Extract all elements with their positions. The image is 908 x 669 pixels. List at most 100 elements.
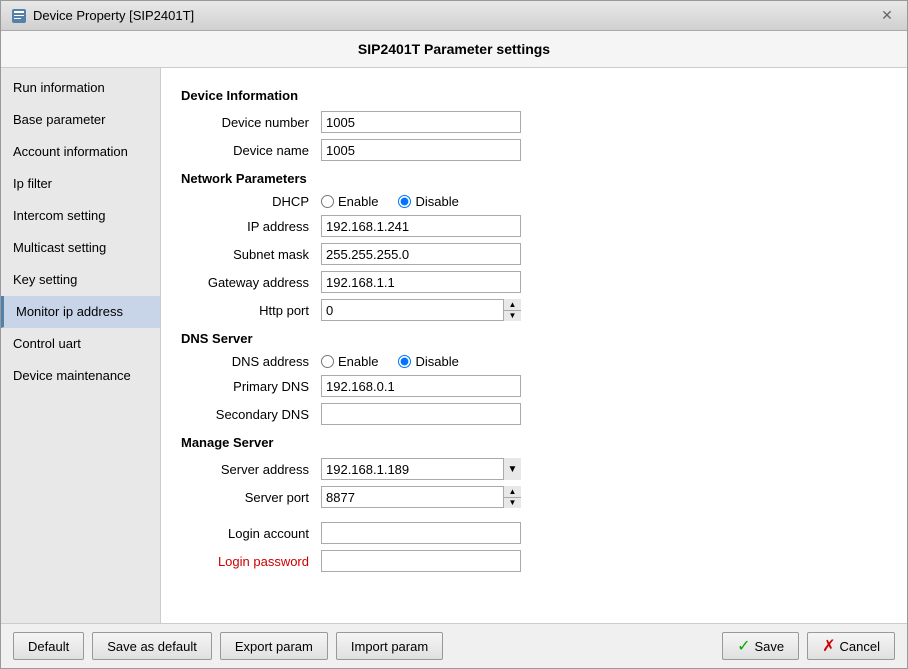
network-parameters-section: Network Parameters DHCP Enable Disable — [181, 171, 887, 321]
sidebar-item-base-parameter[interactable]: Base parameter — [1, 104, 160, 136]
sidebar-item-control-uart[interactable]: Control uart — [1, 328, 160, 360]
import-param-button[interactable]: Import param — [336, 632, 443, 660]
server-port-up-button[interactable]: ▲ — [504, 486, 521, 498]
subnet-mask-label: Subnet mask — [181, 247, 321, 262]
server-address-label: Server address — [181, 462, 321, 477]
http-port-up-button[interactable]: ▲ — [504, 299, 521, 311]
subnet-mask-input[interactable] — [321, 243, 521, 265]
server-address-dropdown: ▼ — [321, 458, 521, 480]
dns-address-label: DNS address — [181, 354, 321, 369]
http-port-down-button[interactable]: ▼ — [504, 311, 521, 322]
sidebar-item-monitor-ip-address[interactable]: Monitor ip address — [1, 296, 160, 328]
dhcp-disable-radio[interactable] — [398, 195, 411, 208]
device-name-input[interactable] — [321, 139, 521, 161]
dns-enable-text: Enable — [338, 354, 378, 369]
sidebar-item-account-information[interactable]: Account information — [1, 136, 160, 168]
login-password-label: Login password — [181, 554, 321, 569]
dhcp-enable-radio[interactable] — [321, 195, 334, 208]
network-parameters-title: Network Parameters — [181, 171, 887, 186]
server-port-spinner: ▲ ▼ — [321, 486, 521, 508]
content-area: Device Information Device number Device … — [161, 68, 907, 623]
dns-server-section: DNS Server DNS address Enable Disable — [181, 331, 887, 425]
dhcp-disable-label[interactable]: Disable — [398, 194, 458, 209]
dns-disable-radio[interactable] — [398, 355, 411, 368]
cancel-label: Cancel — [840, 639, 880, 654]
save-checkmark-icon: ✓ — [737, 636, 750, 656]
manage-server-title: Manage Server — [181, 435, 887, 450]
dhcp-disable-text: Disable — [415, 194, 458, 209]
gateway-row: Gateway address — [181, 271, 887, 293]
save-button[interactable]: ✓ Save — [722, 632, 799, 660]
http-port-spinner-buttons: ▲ ▼ — [503, 299, 521, 321]
http-port-label: Http port — [181, 303, 321, 318]
secondary-dns-label: Secondary DNS — [181, 407, 321, 422]
dns-server-title: DNS Server — [181, 331, 887, 346]
login-password-input[interactable] — [321, 550, 521, 572]
cancel-button[interactable]: ✗ Cancel — [807, 632, 895, 660]
close-button[interactable]: ✕ — [877, 6, 897, 26]
sidebar-item-device-maintenance[interactable]: Device maintenance — [1, 360, 160, 392]
header-bar: SIP2401T Parameter settings — [1, 31, 907, 68]
login-account-label: Login account — [181, 526, 321, 541]
primary-dns-input[interactable] — [321, 375, 521, 397]
ip-address-row: IP address — [181, 215, 887, 237]
server-address-input[interactable] — [321, 458, 521, 480]
window-icon — [11, 8, 27, 24]
sidebar-item-ip-filter[interactable]: Ip filter — [1, 168, 160, 200]
primary-dns-row: Primary DNS — [181, 375, 887, 397]
dhcp-enable-text: Enable — [338, 194, 378, 209]
login-account-input[interactable] — [321, 522, 521, 544]
main-window: Device Property [SIP2401T] ✕ SIP2401T Pa… — [0, 0, 908, 669]
save-as-default-button[interactable]: Save as default — [92, 632, 212, 660]
device-number-row: Device number — [181, 111, 887, 133]
dns-disable-label[interactable]: Disable — [398, 354, 458, 369]
gateway-label: Gateway address — [181, 275, 321, 290]
sidebar-item-key-setting[interactable]: Key setting — [1, 264, 160, 296]
subnet-mask-row: Subnet mask — [181, 243, 887, 265]
server-port-spinner-buttons: ▲ ▼ — [503, 486, 521, 508]
window-title: Device Property [SIP2401T] — [33, 8, 194, 23]
dns-enable-label[interactable]: Enable — [321, 354, 378, 369]
ip-address-label: IP address — [181, 219, 321, 234]
http-port-spinner: ▲ ▼ — [321, 299, 521, 321]
server-address-dropdown-btn[interactable]: ▼ — [503, 458, 521, 480]
default-button[interactable]: Default — [13, 632, 84, 660]
device-number-input[interactable] — [321, 111, 521, 133]
dhcp-row: DHCP Enable Disable — [181, 194, 887, 209]
server-port-label: Server port — [181, 490, 321, 505]
server-port-down-button[interactable]: ▼ — [504, 498, 521, 509]
primary-dns-label: Primary DNS — [181, 379, 321, 394]
device-number-label: Device number — [181, 115, 321, 130]
secondary-dns-row: Secondary DNS — [181, 403, 887, 425]
dns-address-row: DNS address Enable Disable — [181, 354, 887, 369]
server-address-row: Server address ▼ — [181, 458, 887, 480]
sidebar-item-run-information[interactable]: Run information — [1, 72, 160, 104]
dns-radio-group: Enable Disable — [321, 354, 459, 369]
title-bar: Device Property [SIP2401T] ✕ — [1, 1, 907, 31]
save-label: Save — [754, 639, 784, 654]
footer: Default Save as default Export param Imp… — [1, 623, 907, 668]
title-bar-left: Device Property [SIP2401T] — [11, 8, 194, 24]
gateway-input[interactable] — [321, 271, 521, 293]
main-content: Run information Base parameter Account i… — [1, 68, 907, 623]
dhcp-label: DHCP — [181, 194, 321, 209]
sidebar-item-intercom-setting[interactable]: Intercom setting — [1, 200, 160, 232]
http-port-input[interactable] — [321, 299, 521, 321]
http-port-row: Http port ▲ ▼ — [181, 299, 887, 321]
ip-address-input[interactable] — [321, 215, 521, 237]
secondary-dns-input[interactable] — [321, 403, 521, 425]
sidebar: Run information Base parameter Account i… — [1, 68, 161, 623]
dns-disable-text: Disable — [415, 354, 458, 369]
cancel-cross-icon: ✗ — [822, 636, 835, 656]
manage-server-section: Manage Server Server address ▼ Server po… — [181, 435, 887, 572]
device-name-label: Device name — [181, 143, 321, 158]
export-param-button[interactable]: Export param — [220, 632, 328, 660]
dhcp-enable-label[interactable]: Enable — [321, 194, 378, 209]
device-information-section: Device Information Device number Device … — [181, 88, 887, 161]
login-password-row: Login password — [181, 550, 887, 572]
server-port-input[interactable] — [321, 486, 521, 508]
dns-enable-radio[interactable] — [321, 355, 334, 368]
device-name-row: Device name — [181, 139, 887, 161]
server-port-row: Server port ▲ ▼ — [181, 486, 887, 508]
sidebar-item-multicast-setting[interactable]: Multicast setting — [1, 232, 160, 264]
